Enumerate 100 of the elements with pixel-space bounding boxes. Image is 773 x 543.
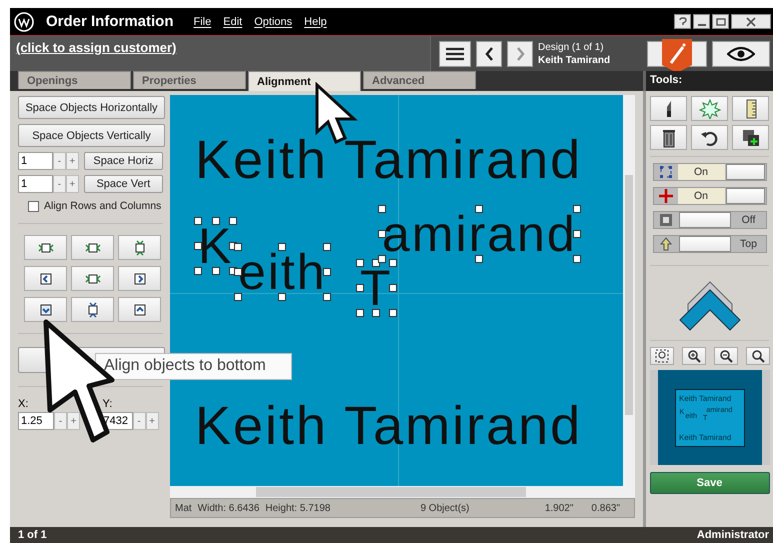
selection-handle[interactable]	[194, 217, 202, 225]
decrement-button[interactable]: -	[132, 412, 146, 430]
align-button[interactable]	[71, 266, 114, 291]
selection-handle[interactable]	[229, 217, 238, 225]
selection-handle[interactable]	[322, 268, 331, 276]
selection-handle[interactable]	[475, 255, 484, 263]
tool-button[interactable]	[732, 96, 769, 121]
increment-button[interactable]: +	[66, 152, 79, 170]
selection-handle[interactable]	[278, 243, 286, 251]
decrement-button[interactable]: -	[54, 412, 67, 430]
selection-handle[interactable]	[194, 242, 202, 250]
zoom-button[interactable]	[714, 347, 738, 365]
coordinate-field[interactable]: 1.25	[18, 412, 54, 430]
toggle-switch[interactable]: On	[652, 163, 766, 181]
selection-handle[interactable]	[378, 205, 386, 213]
vertical-scrollbar[interactable]	[623, 95, 635, 486]
maximize-button[interactable]	[712, 14, 729, 29]
space-button[interactable]: Space Objects Horizontally	[18, 96, 165, 119]
selection-handle[interactable]	[572, 230, 581, 238]
toggle-knob[interactable]	[678, 212, 730, 228]
selection-handle[interactable]	[212, 217, 220, 225]
selection-handle[interactable]	[388, 259, 397, 267]
align-button[interactable]	[24, 297, 67, 322]
increment-button[interactable]: +	[146, 412, 158, 430]
selection-handle[interactable]	[278, 293, 286, 301]
selection-handle[interactable]	[234, 268, 242, 276]
decrement-button[interactable]: -	[53, 175, 66, 193]
selection-handle[interactable]	[322, 243, 331, 251]
toggle-knob[interactable]	[726, 188, 764, 204]
menu-item[interactable]: Help	[304, 16, 327, 28]
space-button[interactable]: Space Vert	[84, 175, 163, 193]
selection-handle[interactable]	[356, 259, 364, 267]
menu-item[interactable]: File	[194, 16, 212, 28]
selection-handle[interactable]	[234, 243, 242, 251]
minimize-icon	[698, 24, 706, 26]
space-button[interactable]: Space Objects Vertically	[18, 124, 165, 147]
selection-handle[interactable]	[372, 309, 380, 317]
selection-handle[interactable]	[475, 205, 484, 213]
selection-handle[interactable]	[322, 293, 331, 301]
previous-button[interactable]	[476, 40, 502, 66]
checkbox[interactable]	[28, 200, 39, 212]
tool-button[interactable]	[650, 96, 687, 121]
design-text[interactable]: Keith Tamirand	[195, 399, 582, 453]
design-text[interactable]: Keith Tamirand	[195, 133, 582, 187]
close-button[interactable]	[731, 14, 771, 29]
increment-button[interactable]: +	[66, 175, 79, 193]
coordinate-label: X:	[18, 398, 30, 410]
toggle-switch[interactable]: On	[652, 187, 766, 205]
selection-handle[interactable]	[234, 293, 242, 301]
align-icon	[132, 302, 148, 318]
align-button[interactable]	[118, 266, 161, 291]
selection-handle[interactable]	[378, 230, 386, 238]
increment-button[interactable]: +	[67, 412, 80, 430]
selection-handle[interactable]	[194, 267, 202, 275]
preview-button[interactable]	[712, 40, 770, 66]
minimize-button[interactable]	[693, 14, 710, 29]
tool-button[interactable]	[732, 125, 769, 150]
number-field[interactable]: 1	[18, 175, 53, 193]
zoom-button[interactable]	[682, 347, 706, 365]
menu-button[interactable]	[439, 40, 471, 66]
zoom-button[interactable]	[746, 347, 770, 365]
design-text[interactable]: K	[198, 221, 234, 271]
tool-button[interactable]	[650, 125, 687, 150]
customer-link[interactable]: (click to assign customer)	[10, 36, 176, 55]
toggle-switch[interactable]: Top	[652, 235, 766, 253]
tab[interactable]: Advanced	[363, 71, 476, 89]
tab[interactable]: Openings	[18, 71, 131, 89]
decrement-button[interactable]: -	[53, 152, 66, 170]
design-text[interactable]: T	[360, 263, 393, 313]
horizontal-scrollbar[interactable]	[170, 486, 635, 498]
menu-item[interactable]: Options	[254, 16, 292, 28]
design-text[interactable]: amirand	[382, 209, 577, 259]
selection-handle[interactable]	[212, 267, 220, 275]
zoom-button[interactable]	[650, 347, 674, 365]
save-button[interactable]: Save	[650, 472, 770, 494]
selection-handle[interactable]	[572, 255, 581, 263]
toggle-switch[interactable]: Off	[652, 211, 766, 229]
space-button[interactable]: Space Horiz	[84, 152, 163, 170]
selection-handle[interactable]	[388, 309, 397, 317]
help-button[interactable]	[674, 14, 691, 29]
align-button[interactable]	[71, 235, 114, 260]
number-field[interactable]: 1	[18, 152, 53, 170]
selection-handle[interactable]	[378, 255, 386, 263]
toggle-knob[interactable]	[678, 236, 730, 252]
align-button[interactable]	[118, 297, 161, 322]
align-button[interactable]	[24, 235, 67, 260]
align-button[interactable]	[24, 266, 67, 291]
align-button[interactable]	[118, 235, 161, 260]
tab[interactable]: Properties	[133, 71, 246, 89]
menu-item[interactable]: Edit	[223, 16, 242, 28]
tab[interactable]: Alignment	[248, 71, 361, 91]
tool-button[interactable]	[691, 125, 728, 150]
toggle-knob[interactable]	[726, 164, 764, 180]
selection-handle[interactable]	[356, 309, 364, 317]
align-button[interactable]	[71, 297, 114, 322]
knife-icon	[666, 100, 672, 118]
selection-handle[interactable]	[388, 284, 397, 292]
align-icon	[132, 270, 148, 286]
selection-handle[interactable]	[572, 205, 581, 213]
design-text[interactable]: eith	[238, 247, 327, 297]
